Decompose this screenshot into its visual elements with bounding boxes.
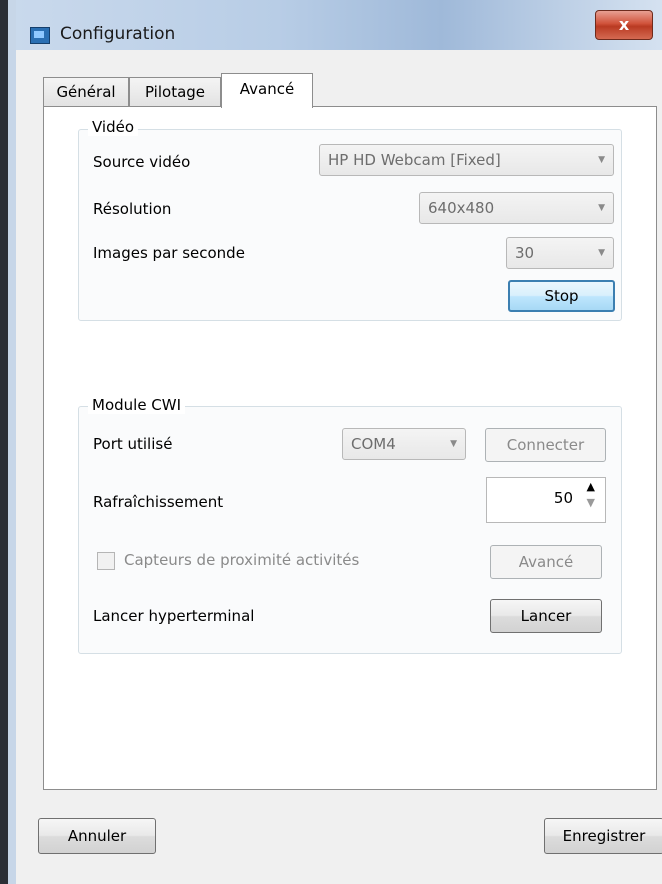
window-title: Configuration <box>60 24 176 44</box>
connect-button-label: Connecter <box>506 436 585 454</box>
resolution-label: Résolution <box>93 200 172 218</box>
refresh-spinner[interactable]: 50 ▲ ▼ <box>486 477 606 523</box>
arrow-up-icon[interactable]: ▲ <box>587 480 595 493</box>
port-label: Port utilisé <box>93 435 173 453</box>
advanced-button[interactable]: Avancé <box>490 545 602 579</box>
chevron-down-icon: ▼ <box>598 248 605 258</box>
launch-button[interactable]: Lancer <box>490 599 602 633</box>
hyperterminal-label: Lancer hyperterminal <box>93 607 255 625</box>
save-button-label: Enregistrer <box>562 827 646 845</box>
refresh-value: 50 <box>553 489 573 507</box>
cancel-button[interactable]: Annuler <box>38 818 156 854</box>
tab-label: Pilotage <box>144 83 206 101</box>
fps-value: 30 <box>515 244 535 262</box>
tab-label: Avancé <box>239 80 295 98</box>
port-value: COM4 <box>351 435 396 453</box>
arrow-down-icon[interactable]: ▼ <box>587 496 595 509</box>
chevron-down-icon: ▼ <box>598 155 605 165</box>
proximity-checkbox[interactable] <box>97 552 115 570</box>
cancel-button-label: Annuler <box>67 827 127 845</box>
close-button[interactable]: x <box>595 10 653 40</box>
video-group-label: Vidéo <box>88 118 139 136</box>
launch-button-label: Lancer <box>520 607 572 625</box>
save-button[interactable]: Enregistrer <box>544 818 662 854</box>
refresh-label: Rafraîchissement <box>93 493 224 511</box>
tab-pilotage[interactable]: Pilotage <box>129 77 221 107</box>
stop-button-label: Stop <box>544 287 579 305</box>
port-select[interactable]: COM4 ▼ <box>342 428 466 460</box>
proximity-label: Capteurs de proximité activités <box>124 551 360 569</box>
tab-avance[interactable]: Avancé <box>221 73 313 108</box>
tab-general[interactable]: Général <box>43 77 129 107</box>
connect-button[interactable]: Connecter <box>485 428 606 462</box>
chevron-down-icon: ▼ <box>598 203 605 213</box>
video-source-label: Source vidéo <box>93 153 191 171</box>
resolution-value: 640x480 <box>428 199 495 217</box>
fps-select[interactable]: 30 ▼ <box>506 237 614 269</box>
video-source-value: HP HD Webcam [Fixed] <box>328 151 501 169</box>
app-icon <box>30 27 50 44</box>
tab-label: Général <box>56 83 116 101</box>
fps-label: Images par seconde <box>93 244 245 262</box>
configuration-window: Configuration x Général Pilotage Avancé … <box>0 0 662 884</box>
cwi-group-label: Module CWI <box>88 396 186 414</box>
resolution-select[interactable]: 640x480 ▼ <box>419 192 614 224</box>
advanced-button-label: Avancé <box>518 553 574 571</box>
video-source-select[interactable]: HP HD Webcam [Fixed] ▼ <box>319 144 614 176</box>
close-icon: x <box>618 15 630 34</box>
stop-button[interactable]: Stop <box>508 280 615 312</box>
chevron-down-icon: ▼ <box>450 439 457 449</box>
